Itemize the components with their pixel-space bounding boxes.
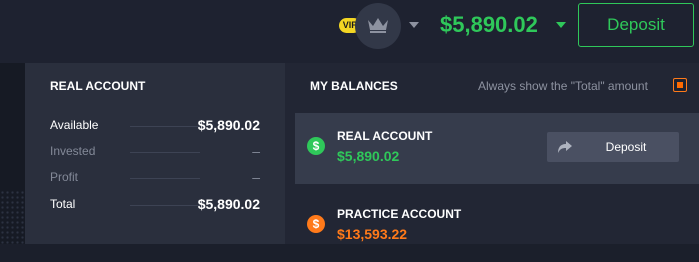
share-arrow-icon — [558, 141, 572, 153]
deposit-label: Deposit — [605, 140, 647, 154]
divider — [130, 178, 200, 179]
summary-value: $5,890.02 — [197, 196, 260, 212]
summary-row-invested: Invested – — [50, 142, 260, 160]
header-deposit-button[interactable]: Deposit — [578, 3, 694, 47]
summary-row-profit: Profit – — [50, 168, 260, 186]
always-show-total-checkbox[interactable] — [673, 78, 687, 92]
real-account-summary: REAL ACCOUNT Available $5,890.02 Investe… — [25, 63, 285, 244]
balances-title: MY BALANCES — [310, 79, 398, 93]
summary-label: Invested — [50, 144, 96, 158]
account-balance: $13,593.22 — [337, 226, 408, 242]
account-deposit-button[interactable]: Deposit — [547, 132, 679, 162]
account-card-practice[interactable]: $ PRACTICE ACCOUNT $13,593.22 — [295, 191, 699, 262]
dollar-coin-icon: $ — [307, 137, 325, 155]
balance-dropdown: REAL ACCOUNT Available $5,890.02 Investe… — [25, 63, 699, 244]
crown-icon — [368, 18, 388, 33]
summary-title: REAL ACCOUNT — [50, 79, 146, 93]
always-show-total-label[interactable]: Always show the "Total" amount — [478, 79, 648, 93]
summary-label: Profit — [50, 170, 79, 184]
dollar-coin-icon: $ — [307, 215, 325, 233]
divider — [130, 205, 200, 206]
checkbox-check-mark — [677, 82, 683, 88]
header-balance[interactable]: $5,890.02 — [440, 10, 538, 40]
account-status-button[interactable] — [355, 3, 401, 49]
divider — [130, 126, 200, 127]
summary-value: – — [252, 143, 260, 159]
summary-row-total: Total $5,890.02 — [50, 195, 260, 213]
account-name: REAL ACCOUNT — [337, 129, 433, 143]
account-balance: $5,890.02 — [337, 148, 400, 164]
account-card-real[interactable]: $ REAL ACCOUNT $5,890.02 Deposit — [295, 113, 699, 184]
divider — [130, 152, 200, 153]
account-name: PRACTICE ACCOUNT — [337, 207, 462, 221]
top-bar: VIP $5,890.02 Deposit — [0, 0, 699, 63]
summary-value: – — [252, 169, 260, 185]
summary-value: $5,890.02 — [197, 117, 260, 133]
decorative-dots — [0, 190, 25, 244]
balance-chevron-down-icon[interactable] — [556, 22, 566, 28]
summary-label: Available — [50, 118, 99, 132]
summary-row-available: Available $5,890.02 — [50, 116, 260, 134]
chevron-down-icon[interactable] — [409, 22, 419, 28]
summary-label: Total — [50, 197, 76, 211]
